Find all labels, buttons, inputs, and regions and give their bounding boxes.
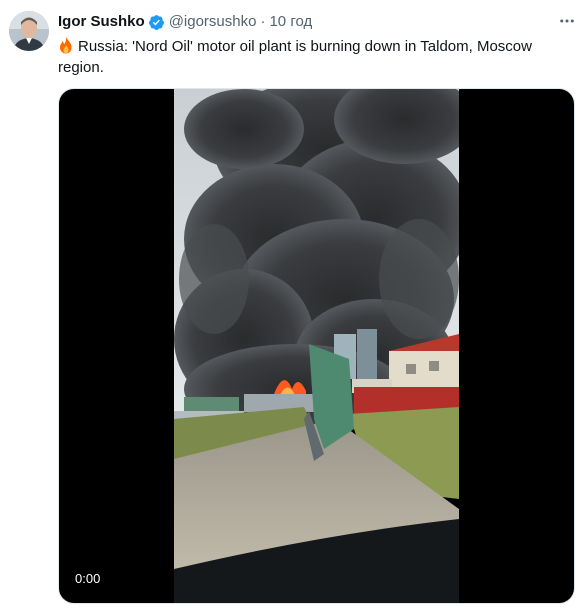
fire-emoji-icon — [58, 36, 74, 54]
avatar-image — [9, 11, 49, 51]
video-player[interactable]: 0:00 — [58, 88, 575, 604]
separator-dot: · — [260, 13, 266, 30]
avatar[interactable] — [9, 11, 49, 51]
video-thumbnail — [174, 89, 459, 603]
author-handle[interactable]: @igorsushko — [169, 12, 257, 32]
tweet-card[interactable]: Igor Sushko @igorsushko · 10 год Russia:… — [0, 0, 588, 612]
tweet-header: Igor Sushko @igorsushko · 10 год — [58, 11, 312, 33]
tweet-text: Russia: 'Nord Oil' motor oil plant is bu… — [58, 36, 558, 78]
tweet-timestamp[interactable]: 10 год — [269, 12, 312, 32]
video-timestamp: 0:00 — [69, 569, 107, 589]
video-frame[interactable] — [174, 89, 459, 603]
tweet-text-content: Russia: 'Nord Oil' motor oil plant is bu… — [58, 38, 532, 76]
verified-badge-icon — [148, 14, 165, 31]
more-options-icon[interactable] — [556, 10, 578, 32]
author-name[interactable]: Igor Sushko — [58, 12, 145, 32]
